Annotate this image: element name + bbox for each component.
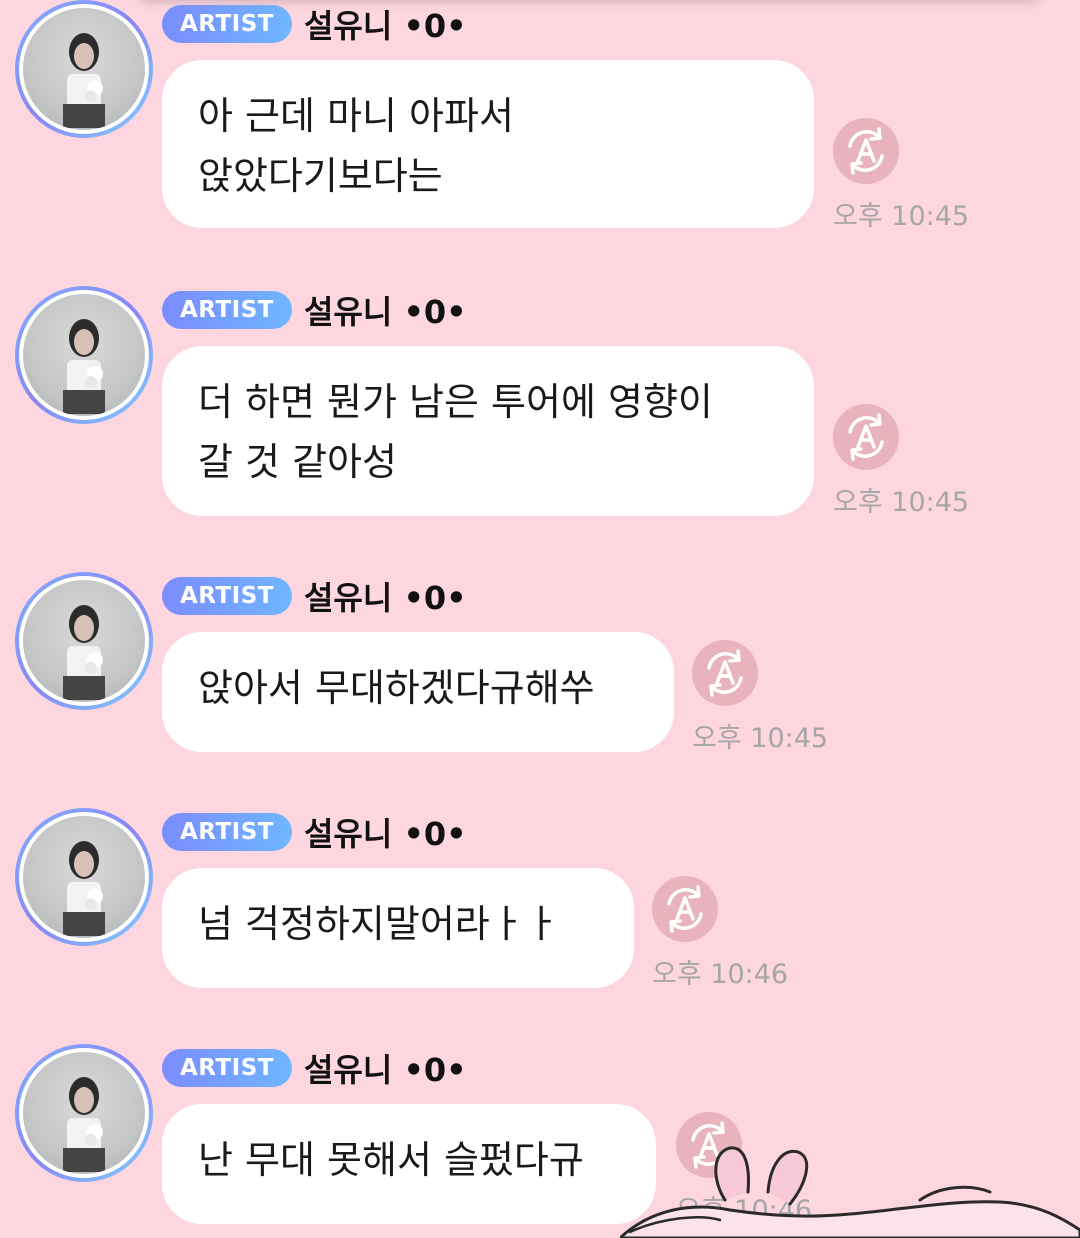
- avatar[interactable]: [15, 0, 153, 138]
- timestamp: 오후 10:46: [652, 959, 789, 990]
- artist-badge: ARTIST: [162, 1049, 292, 1087]
- chat-message: ARTIST 설유니 •0• 더 하면 뭔가 남은 투어에 영향이 갈 것 같아…: [0, 286, 1080, 526]
- sender-name[interactable]: 설유니 •0•: [304, 1, 467, 47]
- chat-message: ARTIST 설유니 •0• 아 근데 마니 아파서 앉았다기보다는 오후 10…: [0, 0, 1080, 240]
- sender-row: ARTIST 설유니 •0•: [162, 1045, 467, 1091]
- sender-row: ARTIST 설유니 •0•: [162, 573, 467, 619]
- avatar[interactable]: [15, 808, 153, 946]
- translate-icon[interactable]: [692, 640, 758, 706]
- translate-icon[interactable]: [833, 118, 899, 184]
- message-bubble[interactable]: 난 무대 못해서 슬펐다규: [162, 1104, 656, 1224]
- message-bubble[interactable]: 아 근데 마니 아파서 앉았다기보다는: [162, 60, 814, 228]
- avatar[interactable]: [15, 572, 153, 710]
- avatar[interactable]: [15, 286, 153, 424]
- timestamp: 오후 10:45: [692, 723, 829, 754]
- chat-message: ARTIST 설유니 •0• 앉아서 무대하겠다규해쑤 오후 10:45: [0, 572, 1080, 754]
- translate-icon[interactable]: [652, 876, 718, 942]
- sender-row: ARTIST 설유니 •0•: [162, 809, 467, 855]
- artist-badge: ARTIST: [162, 291, 292, 329]
- message-bubble[interactable]: 앉아서 무대하겠다규해쑤: [162, 632, 674, 752]
- sender-name[interactable]: 설유니 •0•: [304, 287, 467, 333]
- sender-row: ARTIST 설유니 •0•: [162, 287, 467, 333]
- timestamp: 오후 10:45: [833, 201, 970, 232]
- message-bubble[interactable]: 넘 걱정하지말어라ㅏㅏ: [162, 868, 634, 988]
- sender-name[interactable]: 설유니 •0•: [304, 1045, 467, 1091]
- avatar[interactable]: [15, 1044, 153, 1182]
- message-bubble[interactable]: 더 하면 뭔가 남은 투어에 영향이 갈 것 같아성: [162, 346, 814, 516]
- artist-badge: ARTIST: [162, 5, 292, 43]
- artist-badge: ARTIST: [162, 577, 292, 615]
- bunny-sticker-icon[interactable]: [620, 1140, 1080, 1238]
- chat-message: ARTIST 설유니 •0• 넘 걱정하지말어라ㅏㅏ 오후 10:46: [0, 808, 1080, 990]
- sender-row: ARTIST 설유니 •0•: [162, 1, 467, 47]
- artist-badge: ARTIST: [162, 813, 292, 851]
- sender-name[interactable]: 설유니 •0•: [304, 809, 467, 855]
- translate-icon[interactable]: [833, 404, 899, 470]
- timestamp: 오후 10:45: [833, 487, 970, 518]
- sender-name[interactable]: 설유니 •0•: [304, 573, 467, 619]
